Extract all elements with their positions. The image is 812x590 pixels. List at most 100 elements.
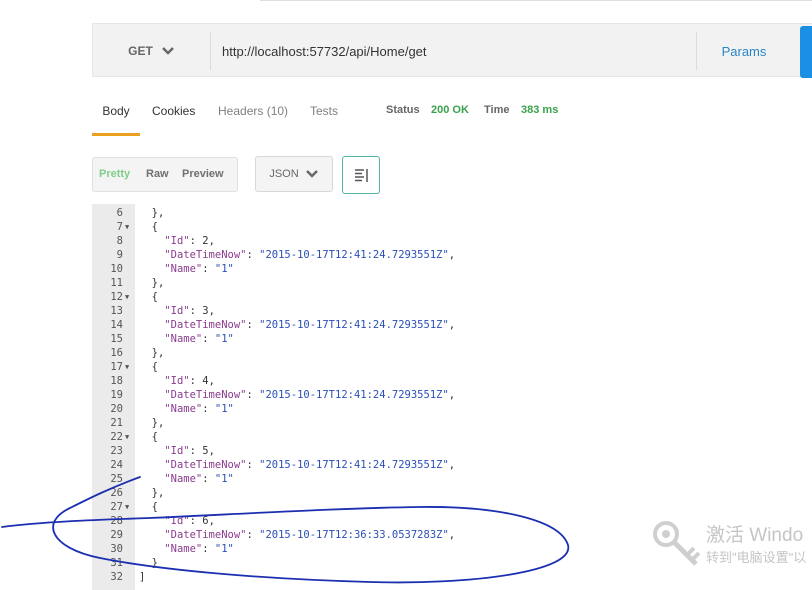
json-key: "Id" [164,515,190,527]
window-top-edge [260,0,812,5]
code-text: { [139,360,158,374]
line-number: 14 [110,319,123,331]
format-select[interactable]: JSON [255,156,333,192]
chevron-down-icon [305,170,318,178]
fold-toggle-icon[interactable]: ▼ [125,290,129,304]
line-number: 18 [110,375,123,387]
code-line: 16 }, [92,346,652,360]
code-text: "Id": 3, [164,305,215,317]
fold-toggle-icon[interactable]: ▼ [125,500,129,514]
request-bar: GET Params [92,23,812,78]
line-number: 24 [110,459,123,471]
code-line: 7 ▼ { [92,220,652,234]
line-number: 28 [110,515,123,527]
line-number: 31 [110,557,123,569]
line-number: 13 [110,305,123,317]
code-text: "DateTimeNow": "2015-10-17T12:41:24.7293… [164,249,456,261]
line-number: 9 [116,249,123,261]
code-text: "DateTimeNow": "2015-10-17T12:36:33.0537… [164,529,456,541]
json-string: "2015-10-17T12:36:33.0537283Z" [259,529,449,541]
code-text: "Name": "1" [164,333,234,345]
fold-toggle-icon[interactable]: ▼ [125,220,129,234]
code-line: 8 "Id": 2, [92,234,652,248]
json-punctuation: }, [139,277,165,289]
json-punctuation: }, [139,417,165,429]
method-label: GET [128,44,153,58]
code-text: ] [139,570,145,584]
line-number: 27 [110,501,123,513]
json-punctuation: } [139,557,158,569]
tab-headers[interactable]: Headers (10) [218,104,288,118]
fold-toggle-icon[interactable]: ▼ [125,360,129,374]
code-text: "DateTimeNow": "2015-10-17T12:41:24.7293… [164,319,456,331]
code-line: 20 "Name": "1" [92,402,652,416]
code-line: 15 "Name": "1" [92,332,652,346]
code-text: }, [139,206,165,220]
line-number: 22 [110,431,123,443]
line-number: 20 [110,403,123,415]
json-punctuation: }, [139,487,165,499]
code-text: { [139,290,158,304]
send-button[interactable] [800,26,812,78]
json-key: "DateTimeNow" [164,529,247,541]
json-string: "2015-10-17T12:41:24.7293551Z" [259,249,449,261]
code-line: 12 ▼ { [92,290,652,304]
method-select[interactable]: GET [93,24,210,78]
tab-tests[interactable]: Tests [310,104,338,118]
line-number: 7 [116,221,123,233]
time-value: 383 ms [521,104,559,116]
view-preview-button[interactable]: Preview [182,168,224,180]
line-number: 10 [110,263,123,275]
line-number: 19 [110,389,123,401]
code-line: 18 "Id": 4, [92,374,652,388]
json-key: "DateTimeNow" [164,249,247,261]
chevron-down-icon [161,47,174,55]
code-text: }, [139,416,165,430]
fold-toggle-icon[interactable]: ▼ [125,430,129,444]
json-string: "1" [214,543,234,555]
tab-body[interactable]: Body [92,104,140,136]
code-text: "Id": 6, [164,515,215,527]
json-punctuation: }, [139,207,165,219]
code-line: 28 "Id": 6, [92,514,652,528]
code-line: 30 "Name": "1" [92,542,652,556]
line-number: 12 [110,291,123,303]
params-button[interactable]: Params [697,24,791,78]
code-line: 31 } [92,556,652,570]
tab-cookies[interactable]: Cookies [152,104,195,118]
activation-watermark-subtitle: 转到"电脑设置"以 [706,550,807,565]
json-punctuation: { [139,221,158,233]
json-string: "1" [214,473,234,485]
line-number: 21 [110,417,123,429]
json-key: "Id" [164,375,190,387]
key-icon [653,521,701,566]
view-raw-button[interactable]: Raw [146,168,169,180]
code-line: 9 "DateTimeNow": "2015-10-17T12:41:24.72… [92,248,652,262]
code-text: "Id": 2, [164,235,215,247]
line-number: 6 [116,207,123,219]
line-number: 29 [110,529,123,541]
code-line: 19 "DateTimeNow": "2015-10-17T12:41:24.7… [92,388,652,402]
json-key: "Name" [164,333,203,345]
code-text: { [139,500,158,514]
line-number: 17 [110,361,123,373]
code-line: 6 }, [92,206,652,220]
code-line: 29 "DateTimeNow": "2015-10-17T12:36:33.0… [92,528,652,542]
view-pretty-button[interactable]: Pretty [99,168,130,180]
json-key: "Id" [164,445,190,457]
url-input[interactable] [211,24,695,78]
code-line: 10 "Name": "1" [92,262,652,276]
json-string: "2015-10-17T12:41:24.7293551Z" [259,459,449,471]
json-string: "1" [214,403,234,415]
code-line: 24 "DateTimeNow": "2015-10-17T12:41:24.7… [92,458,652,472]
json-string: "2015-10-17T12:41:24.7293551Z" [259,389,449,401]
response-body-code[interactable]: 6 }, 7 ▼ {8 "Id": 2, 9 "DateTimeNow": "2015… [92,206,652,584]
line-number: 30 [110,543,123,555]
line-number: 8 [116,235,123,247]
wrap-lines-button[interactable] [342,156,380,194]
code-line: 32] [92,570,652,584]
json-key: "DateTimeNow" [164,459,247,471]
json-punctuation: { [139,431,158,443]
time-label: Time [484,104,510,116]
json-key: "DateTimeNow" [164,389,247,401]
